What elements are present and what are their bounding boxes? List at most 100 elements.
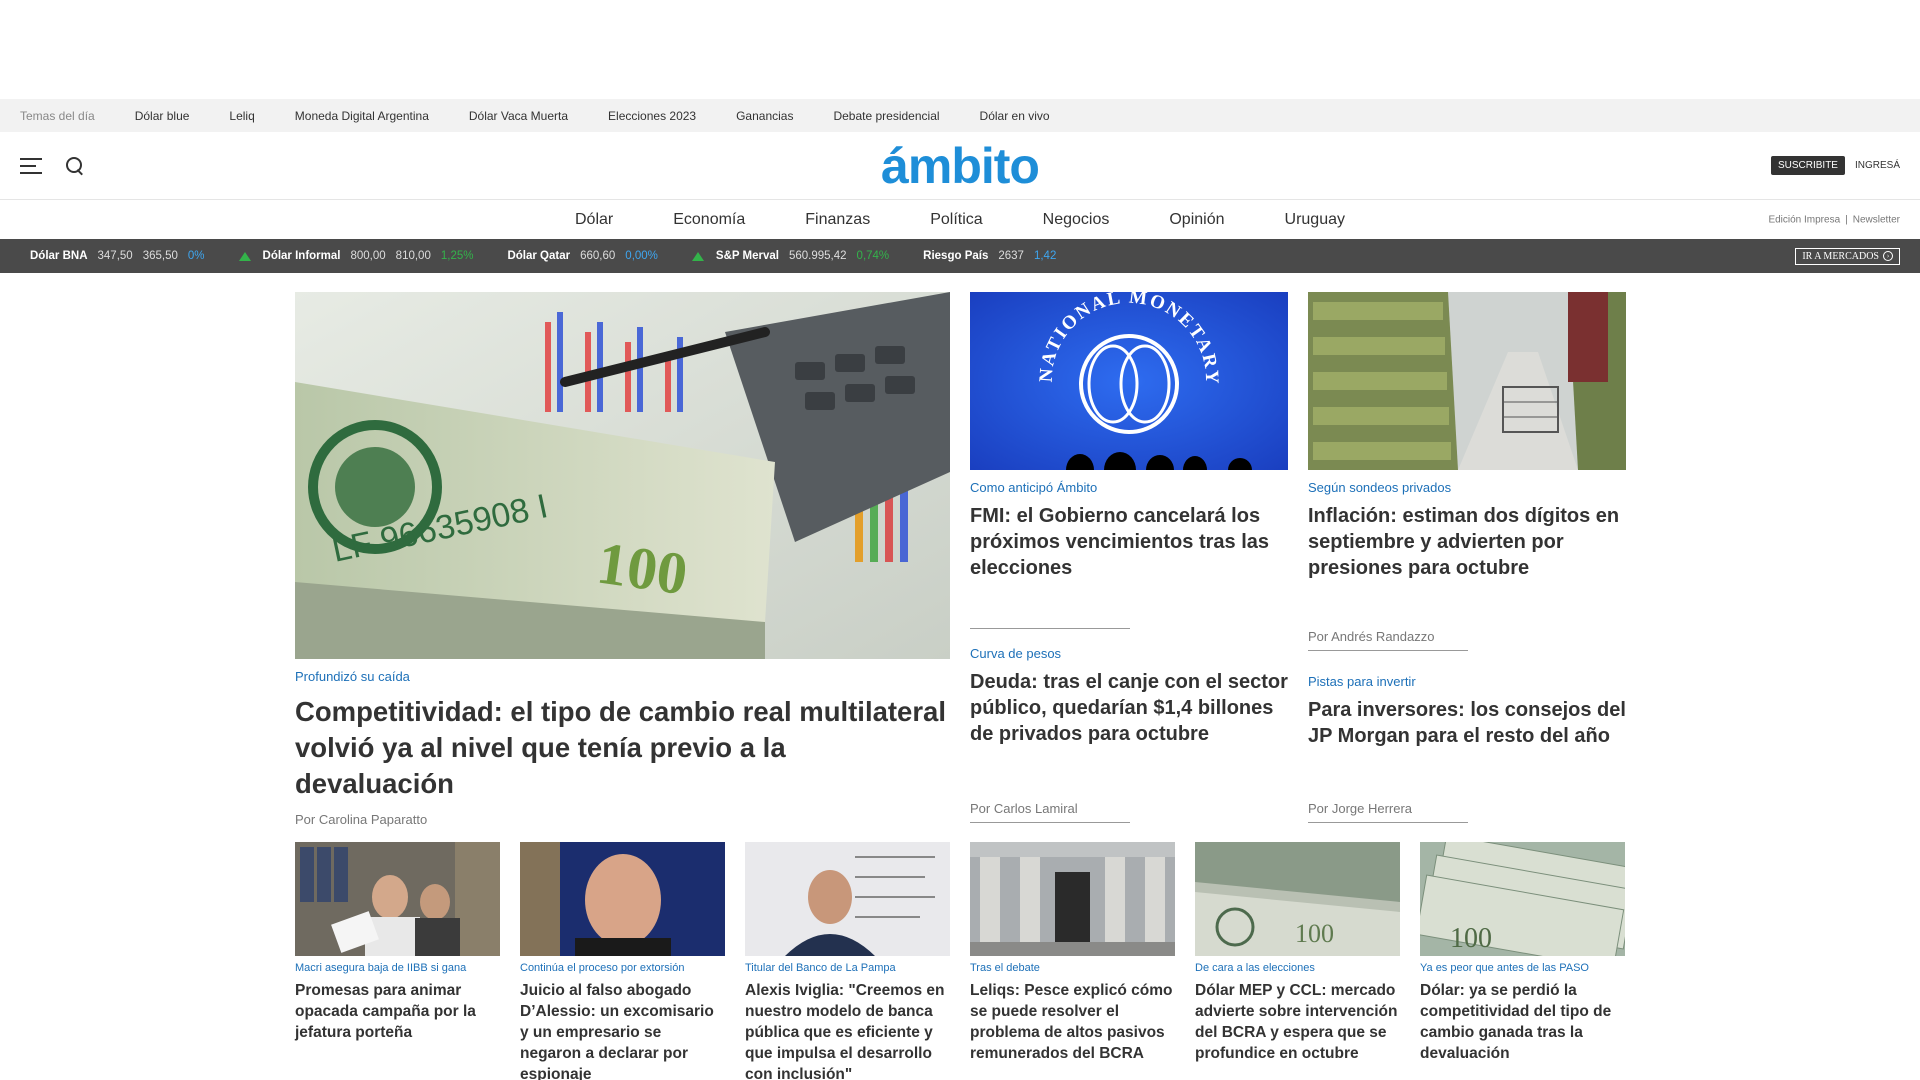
article-byline: Por Jorge Herrera — [1308, 801, 1413, 816]
menu-icon[interactable] — [20, 157, 42, 174]
ticker-name: S&P Merval — [715, 250, 779, 262]
topic-link-leliq[interactable]: Leliq — [229, 109, 254, 123]
nav-item-economia[interactable]: Economía — [673, 211, 745, 229]
ticker-name: Riesgo País — [923, 250, 989, 262]
print-edition-link[interactable]: Edición Impresa — [1768, 214, 1840, 225]
topic-link-dolar-en-vivo[interactable]: Dólar en vivo — [980, 109, 1050, 123]
lead-article-image[interactable]: LF 96635908 I 100 — [295, 292, 950, 659]
ticker-item[interactable]: Dólar BNA 347,50 365,50 0% — [30, 250, 205, 262]
article-kicker: De cara a las elecciones — [1195, 962, 1315, 974]
topic-link-elecciones[interactable]: Elecciones 2023 — [608, 109, 696, 123]
small-article[interactable]: De cara a las elecciones Dólar MEP y CCL… — [1195, 962, 1400, 1064]
ticker-item[interactable]: Riesgo País 2637 1,42 — [923, 250, 1056, 262]
small-article-image[interactable] — [295, 842, 500, 956]
ticker-change: 1,42 — [1033, 250, 1057, 262]
subscribe-button[interactable]: SUSCRIBITE — [1770, 156, 1845, 175]
divider — [1308, 822, 1468, 823]
topic-link-vaca-muerta[interactable]: Dólar Vaca Muerta — [469, 109, 568, 123]
login-button[interactable]: INGRESÁ — [1855, 160, 1900, 171]
topic-link-moneda-digital[interactable]: Moneda Digital Argentina — [295, 109, 429, 123]
article-headline[interactable]: FMI: el Gobierno cancelará los próximos … — [970, 503, 1288, 581]
ticker-change: 0% — [187, 250, 205, 262]
small-article[interactable]: Macri asegura baja de IIBB si gana Prome… — [295, 962, 500, 1043]
small-article-image[interactable]: 100 — [1195, 842, 1400, 956]
article-kicker: Continúa el proceso por extorsión — [520, 962, 685, 974]
topics-bar: Temas del día Dólar blue Leliq Moneda Di… — [0, 99, 1920, 132]
article-headline[interactable]: Deuda: tras el canje con el sector públi… — [970, 669, 1288, 747]
ticker-value: 660,60 — [580, 250, 616, 262]
search-icon[interactable] — [66, 156, 84, 175]
ad-space — [0, 0, 1920, 99]
nav-item-dolar[interactable]: Dólar — [575, 211, 613, 229]
article-headline[interactable]: Alexis Iviglia: "Creemos en nuestro mode… — [745, 980, 950, 1080]
ticker-sell: 810,00 — [395, 250, 431, 262]
nav-item-opinion[interactable]: Opinión — [1169, 211, 1224, 229]
markets-button[interactable]: IR A MERCADOS › — [1795, 247, 1900, 265]
nav-item-finanzas[interactable]: Finanzas — [805, 211, 870, 229]
ticker-item[interactable]: S&P Merval 560.995,42 0,74% — [691, 250, 890, 262]
inflation-article[interactable]: Según sondeos privados Inflación: estima… — [1308, 480, 1626, 581]
lead-article-byline: Por Carolina Paparatto — [295, 812, 428, 827]
main-content: LF 96635908 I 100 Profundizó su caída Co… — [0, 273, 1920, 1080]
debt-article[interactable]: Curva de pesos Deuda: tras el canje con … — [970, 646, 1288, 747]
article-kicker: Curva de pesos — [970, 646, 1062, 661]
inflation-article-image[interactable] — [1308, 292, 1626, 470]
arrow-up-icon — [238, 251, 251, 261]
imf-article[interactable]: Como anticipó Ámbito FMI: el Gobierno ca… — [970, 480, 1288, 581]
small-article[interactable]: Ya es peor que antes de las PASO Dólar: … — [1420, 962, 1625, 1064]
small-article[interactable]: Tras el debate Leliqs: Pesce explicó cóm… — [970, 962, 1175, 1064]
small-article-image[interactable]: 100 — [1420, 842, 1625, 956]
small-article[interactable]: Continúa el proceso por extorsión Juicio… — [520, 962, 725, 1080]
article-headline[interactable]: Para inversores: los consejos del JP Mor… — [1308, 697, 1626, 749]
ticker-name: Dólar Informal — [262, 250, 341, 262]
small-article-image[interactable] — [970, 842, 1175, 956]
markets-button-label: IR A MERCADOS — [1802, 250, 1879, 262]
article-kicker: Tras el debate — [970, 962, 1040, 974]
ticker-item[interactable]: Dólar Informal 800,00 810,00 1,25% — [238, 250, 473, 262]
article-kicker: Ya es peor que antes de las PASO — [1420, 962, 1589, 974]
divider — [1308, 650, 1468, 651]
lead-article-kicker: Profundizó su caída — [295, 669, 410, 684]
topic-link-debate[interactable]: Debate presidencial — [833, 109, 939, 123]
divider — [970, 628, 1130, 629]
header-right: SUSCRIBITE INGRESÁ — [1770, 156, 1900, 175]
ticker-change: 0,74% — [856, 250, 890, 262]
main-nav: Dólar Economía Finanzas Política Negocio… — [0, 200, 1920, 239]
divider — [970, 822, 1130, 823]
site-logo[interactable]: ámbito — [881, 137, 1040, 195]
article-headline[interactable]: Leliqs: Pesce explicó cómo se puede reso… — [970, 980, 1175, 1064]
newsletter-link[interactable]: Newsletter — [1853, 214, 1900, 225]
nav-secondary: Edición Impresa | Newsletter — [1768, 214, 1900, 225]
investors-article[interactable]: Pistas para invertir Para inversores: lo… — [1308, 674, 1626, 749]
svg-text:100: 100 — [1295, 919, 1334, 948]
small-article[interactable]: Titular del Banco de La Pampa Alexis Ivi… — [745, 962, 950, 1080]
nav-item-uruguay[interactable]: Uruguay — [1285, 211, 1345, 229]
nav-item-negocios[interactable]: Negocios — [1043, 211, 1110, 229]
imf-article-image[interactable]: INTERNATIONAL MONETARY FUND — [970, 292, 1288, 470]
article-headline[interactable]: Dólar: ya se perdió la competitividad de… — [1420, 980, 1625, 1064]
header-left — [20, 156, 84, 175]
lead-article-headline[interactable]: Competitividad: el tipo de cambio real m… — [295, 694, 950, 802]
site-header: ámbito SUSCRIBITE INGRESÁ — [0, 132, 1920, 200]
lead-article[interactable]: Profundizó su caída Competitividad: el t… — [295, 669, 950, 827]
ticker-item[interactable]: Dólar Qatar 660,60 0,00% — [507, 250, 657, 262]
article-headline[interactable]: Inflación: estiman dos dígitos en septie… — [1308, 503, 1626, 581]
article-headline[interactable]: Juicio al falso abogado D’Alessio: un ex… — [520, 980, 725, 1080]
article-headline[interactable]: Dólar MEP y CCL: mercado advierte sobre … — [1195, 980, 1400, 1064]
market-ticker: Dólar BNA 347,50 365,50 0% Dólar Informa… — [0, 239, 1920, 273]
topic-link-dolar-blue[interactable]: Dólar blue — [135, 109, 190, 123]
article-byline: Por Andrés Randazzo — [1308, 629, 1435, 644]
article-byline: Por Carlos Lamiral — [970, 801, 1078, 816]
ticker-value: 560.995,42 — [788, 250, 847, 262]
ticker-value: 2637 — [998, 250, 1024, 262]
topic-link-ganancias[interactable]: Ganancias — [736, 109, 793, 123]
article-kicker: Pistas para invertir — [1308, 674, 1416, 689]
small-article-image[interactable] — [745, 842, 950, 956]
article-kicker: Según sondeos privados — [1308, 480, 1452, 495]
article-kicker: Titular del Banco de La Pampa — [745, 962, 896, 974]
arrow-up-icon — [691, 251, 704, 261]
article-kicker: Macri asegura baja de IIBB si gana — [295, 962, 467, 974]
small-article-image[interactable] — [520, 842, 725, 956]
nav-item-politica[interactable]: Política — [930, 211, 982, 229]
article-headline[interactable]: Promesas para animar opacada campaña por… — [295, 980, 500, 1043]
